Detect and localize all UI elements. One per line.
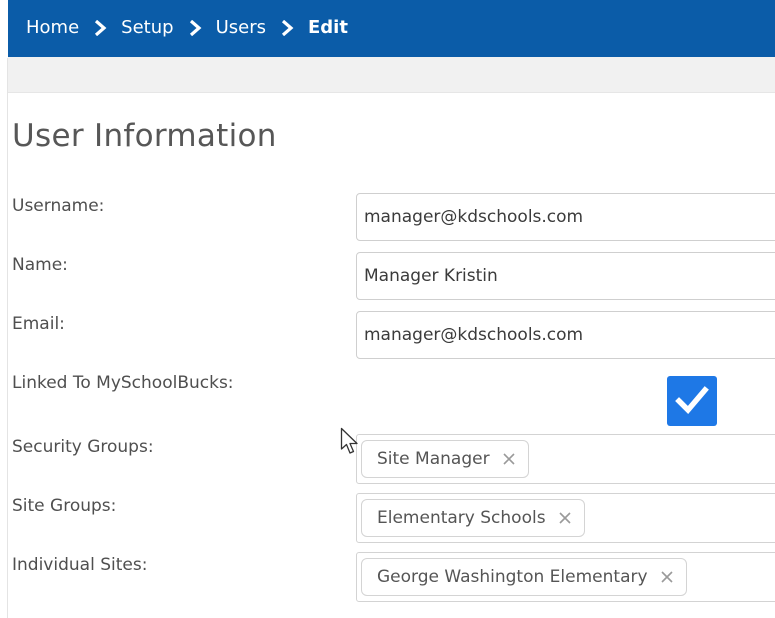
username-field[interactable] [356,193,775,241]
security-groups-select[interactable]: Site Manager [356,434,775,484]
name-field[interactable] [356,252,775,300]
toolbar-strip [8,57,775,93]
email-field[interactable] [356,311,775,359]
tag-chip: Elementary Schools [361,499,585,537]
chevron-right-icon [276,18,298,38]
breadcrumb-home[interactable]: Home [26,17,79,38]
linked-checkbox[interactable] [667,376,717,426]
page-title: User Information [12,118,277,154]
breadcrumb-current: Edit [307,17,348,38]
individual-sites-select[interactable]: George Washington Elementary [356,552,775,602]
tag-label: Site Manager [377,449,490,469]
security-groups-label: Security Groups: [12,437,154,457]
mouse-cursor-icon [340,427,362,461]
site-groups-label: Site Groups: [12,496,117,516]
close-icon[interactable] [558,511,572,525]
tag-label: Elementary Schools [377,508,546,528]
tag-chip: Site Manager [361,440,529,478]
close-icon[interactable] [660,570,674,584]
close-icon[interactable] [502,452,516,466]
site-groups-select[interactable]: Elementary Schools [356,493,775,543]
username-label: Username: [12,196,105,216]
linked-label: Linked To MySchoolBucks: [12,373,234,393]
individual-sites-label: Individual Sites: [12,555,148,575]
checkmark-icon [675,386,709,415]
chevron-right-icon [89,18,111,38]
breadcrumb-setup[interactable]: Setup [121,17,173,38]
left-divider [7,58,8,618]
tag-chip: George Washington Elementary [361,558,687,596]
breadcrumb: Home Setup Users Edit [8,0,775,57]
breadcrumb-users[interactable]: Users [216,17,266,38]
name-label: Name: [12,255,68,275]
chevron-right-icon [184,18,206,38]
email-label: Email: [12,314,65,334]
tag-label: George Washington Elementary [377,567,648,587]
